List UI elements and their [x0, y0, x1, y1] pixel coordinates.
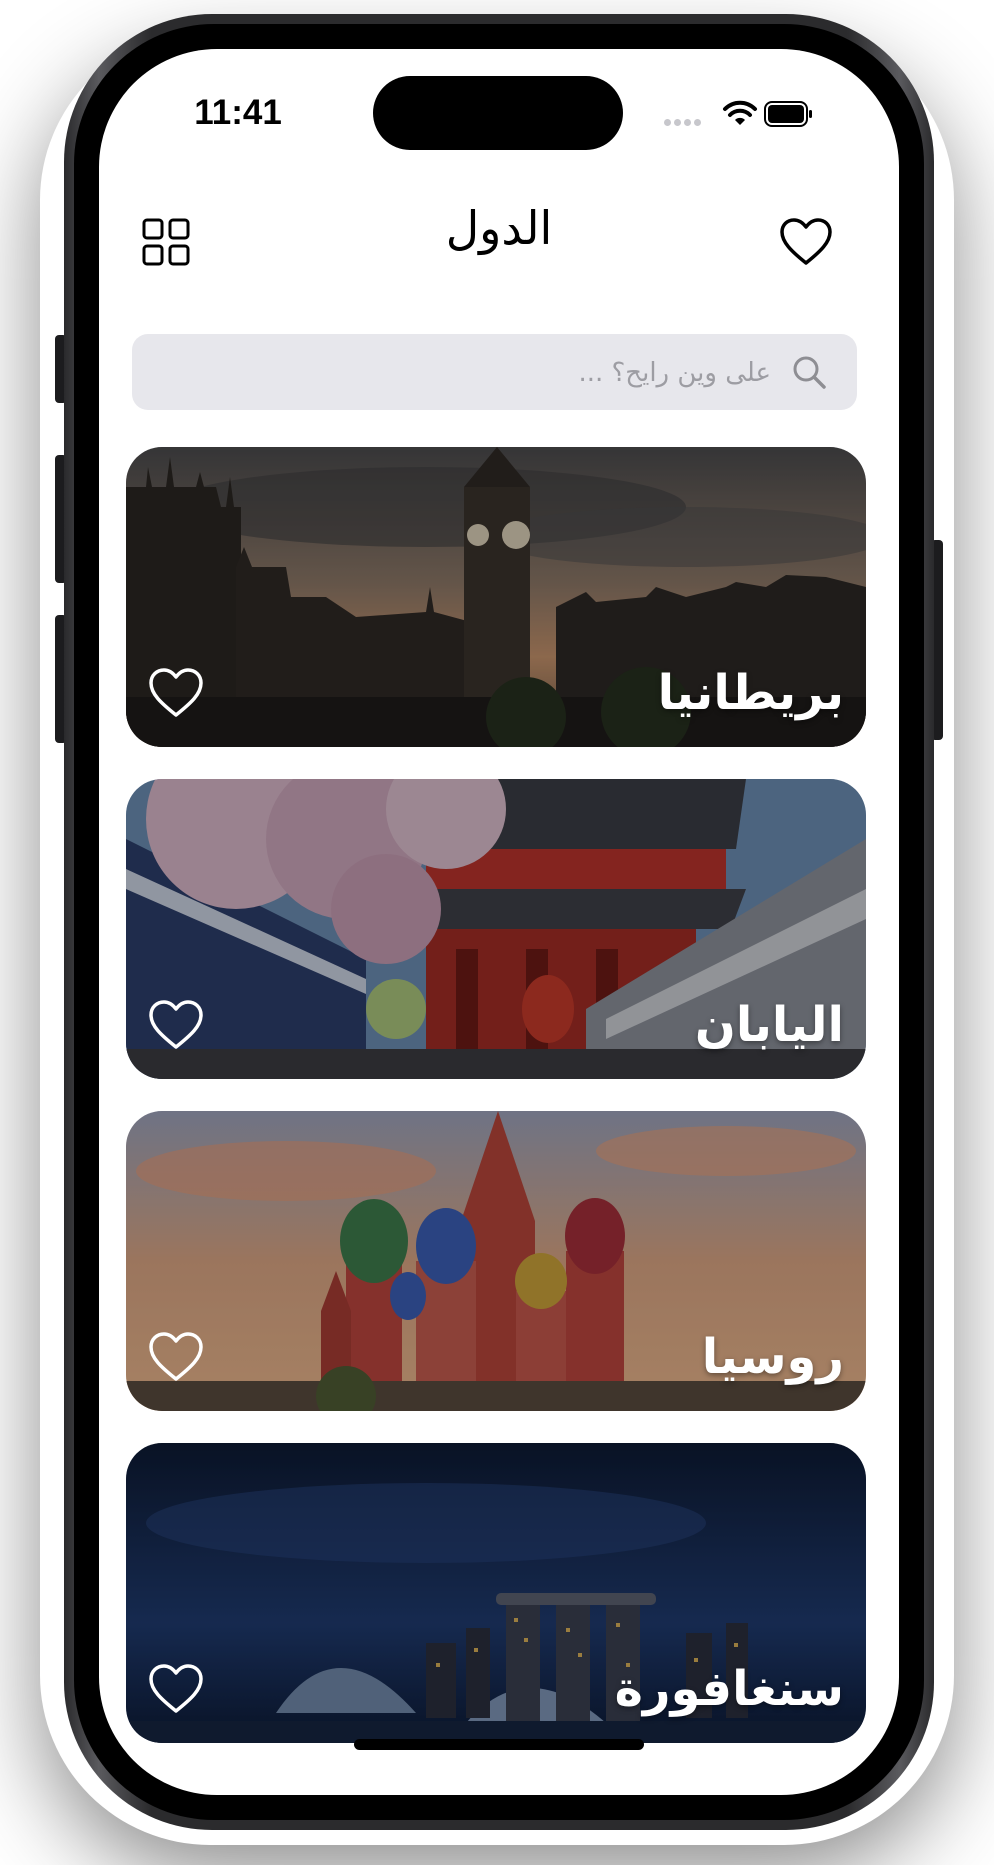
wifi-icon [723, 100, 757, 125]
country-card-russia[interactable]: روسيا [126, 1111, 866, 1411]
country-card-japan[interactable]: اليابان [126, 779, 866, 1079]
heart-icon [780, 218, 832, 265]
screen: 11:41 الدول على وين رايح؟ ... بريطانيا ا… [99, 49, 899, 1795]
dynamic-island [373, 76, 623, 150]
nav-bar: الدول [99, 189, 899, 289]
country-name: روسيا [701, 1329, 844, 1385]
country-card-britain[interactable]: بريطانيا [126, 447, 866, 747]
phone-frame: 11:41 الدول على وين رايح؟ ... بريطانيا ا… [64, 14, 934, 1830]
favorite-heart-icon[interactable] [148, 999, 204, 1051]
battery-icon [764, 101, 812, 127]
favorites-button[interactable] [779, 217, 833, 267]
status-time: 11:41 [194, 93, 282, 132]
favorite-heart-icon[interactable] [148, 1663, 204, 1715]
home-indicator[interactable] [354, 1739, 644, 1750]
search-bar[interactable] [132, 334, 857, 412]
favorite-heart-icon[interactable] [148, 667, 204, 719]
search-icon [793, 356, 826, 389]
signal-icon [664, 111, 704, 130]
search-input[interactable] [152, 334, 773, 412]
favorite-heart-icon[interactable] [148, 1331, 204, 1383]
country-name: بريطانيا [657, 665, 844, 721]
status-icons [664, 99, 812, 130]
country-name: اليابان [694, 997, 844, 1053]
country-name: سنغافورة [614, 1661, 844, 1717]
country-card-singapore[interactable]: سنغافورة [126, 1443, 866, 1743]
